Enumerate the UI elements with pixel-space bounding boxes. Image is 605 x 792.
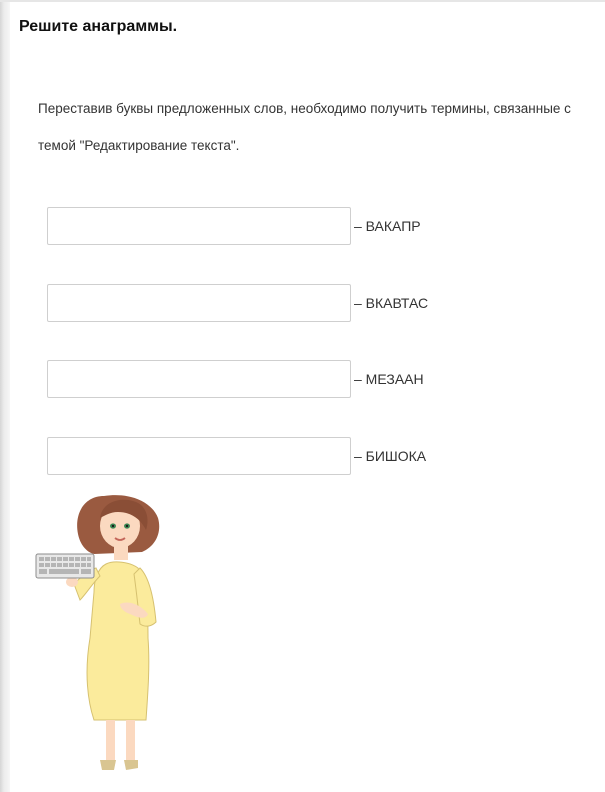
anagram-item-1: – ВАКАПР	[47, 207, 421, 245]
instructions-line-1: Переставив буквы предложенных слов, необ…	[38, 101, 571, 116]
left-pupil	[111, 524, 115, 528]
right-pupil	[125, 524, 129, 528]
woman-with-keyboard-illustration	[35, 495, 160, 770]
page-title: Решите анаграммы.	[19, 18, 178, 35]
anagram-item-2: – ВКАВТАС	[47, 284, 428, 322]
left-leg	[106, 720, 115, 760]
left-edge-shadow	[0, 0, 10, 792]
anagram-word-2: – ВКАВТАС	[354, 295, 429, 311]
anagram-item-4: – БИШОКА	[47, 437, 426, 475]
page: Решите анаграммы. Переставив буквы предл…	[0, 0, 605, 792]
anagram-word-3: – МЕЗААН	[354, 371, 424, 387]
anagram-word-4: – БИШОКА	[354, 448, 427, 464]
left-shoe	[100, 760, 116, 770]
keyboard-icon	[35, 553, 95, 579]
instructions-line-2: темой "Редактирование текста".	[38, 138, 240, 153]
anagram-word-1: – ВАКАПР	[354, 218, 421, 234]
right-shoe	[124, 760, 138, 770]
top-edge-border	[0, 0, 605, 2]
anagram-answer-input-2[interactable]	[47, 284, 351, 322]
anagram-answer-input-1[interactable]	[47, 207, 351, 245]
right-leg	[126, 720, 135, 760]
anagram-answer-input-3[interactable]	[47, 360, 351, 398]
instructions-text: Переставив буквы предложенных слов, необ…	[38, 90, 605, 164]
anagram-item-3: – МЕЗААН	[47, 360, 424, 398]
anagram-answer-input-4[interactable]	[47, 437, 351, 475]
